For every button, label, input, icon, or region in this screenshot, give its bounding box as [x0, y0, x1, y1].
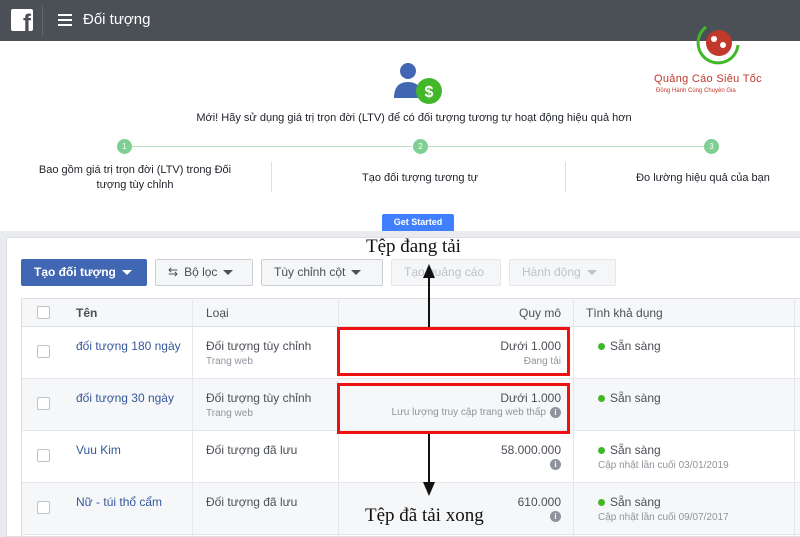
status-dot-icon [598, 395, 605, 403]
availability-status: Sẵn sàng [598, 339, 661, 353]
page-title: Đối tượng [83, 11, 151, 28]
step-2-label: Tạo đối tượng tương tự [361, 172, 478, 184]
step-1-label: Bao gồm giá trị trọn đời (LTV) trong Đối… [38, 164, 232, 191]
availability-status: Sẵn sàng [598, 495, 661, 509]
status-dot-icon [598, 499, 605, 507]
column-divider [192, 298, 193, 537]
get-started-button[interactable]: Get Started [382, 214, 454, 231]
person-dollar-icon: $ [394, 63, 442, 104]
step-connector [428, 146, 704, 147]
column-header-size[interactable]: Quy mô [519, 299, 561, 327]
column-divider [573, 298, 574, 537]
chevron-down-icon [351, 270, 362, 276]
watermark-logo: Quảng Cáo Siêu Tốc Đồng Hành Cùng Chuyên… [654, 25, 794, 103]
highlight-box-loading [337, 327, 570, 376]
customize-columns-button[interactable]: Tùy chỉnh cột [261, 259, 383, 286]
annotation-loading: Tệp đang tải [366, 236, 461, 257]
column-header-name[interactable]: Tên [76, 299, 97, 327]
audience-type: Đối tượng tùy chỉnh [206, 339, 312, 353]
arrow-line [428, 434, 430, 484]
facebook-logo-icon[interactable]: f [11, 9, 33, 31]
row-checkbox[interactable] [37, 345, 50, 358]
filter-button[interactable]: ⇆ Bộ lọc [155, 259, 253, 286]
chevron-down-icon [223, 270, 234, 276]
audience-size-info: i [546, 459, 561, 470]
row-checkbox[interactable] [37, 501, 50, 514]
row-checkbox[interactable] [37, 397, 50, 410]
audience-subtype: Trang web [206, 408, 253, 419]
step-1-marker: 1 [117, 139, 132, 154]
step-2-marker: 2 [413, 139, 428, 154]
info-icon[interactable]: i [550, 459, 561, 470]
table-row[interactable]: Vuu Kim Đối tượng đã lưu 58.000.000 i Sẵ… [22, 431, 800, 483]
audience-size: 610.000 [517, 495, 561, 509]
highlight-box-loaded [337, 383, 570, 434]
filter-icon: ⇆ [168, 265, 179, 280]
step-3-label: Đo lường hiệu quả của bạn [636, 172, 770, 184]
column-header-availability[interactable]: Tình khả dụng [586, 299, 663, 327]
audience-type: Đối tượng đã lưu [206, 443, 298, 457]
top-bar: f Đối tượng [0, 0, 800, 41]
svg-text:$: $ [425, 84, 434, 101]
step-connector [131, 146, 412, 147]
chevron-down-icon [586, 270, 597, 276]
actions-button[interactable]: Hành động [509, 259, 616, 286]
status-dot-icon [598, 447, 605, 455]
row-checkbox[interactable] [37, 449, 50, 462]
hamburger-icon[interactable] [58, 14, 72, 26]
column-divider [794, 298, 795, 537]
audience-name-link[interactable]: Vuu Kim [76, 443, 121, 457]
arrow-down-icon [423, 482, 435, 496]
last-updated: Cập nhật lần cuối 03/01/2019 [598, 460, 729, 471]
ltv-promo-banner: $ Quảng Cáo Siêu Tốc Đồng Hành Cùng Chuy… [0, 25, 800, 231]
last-updated: Cập nhật lần cuối 09/07/2017 [598, 512, 729, 523]
arrow-line [428, 276, 430, 327]
chevron-down-icon [121, 270, 132, 276]
audience-type: Đối tượng tùy chỉnh [206, 391, 312, 405]
divider [565, 162, 566, 192]
watermark-title: Quảng Cáo Siêu Tốc [654, 73, 762, 85]
audience-name-link[interactable]: đối tượng 30 ngày [76, 391, 174, 405]
availability-status: Sẵn sàng [598, 391, 661, 405]
audience-subtype: Trang web [206, 356, 253, 367]
select-all-checkbox[interactable] [37, 306, 50, 319]
create-ad-button[interactable]: Tạo quảng cáo [391, 259, 501, 286]
audience-size: 58.000.000 [500, 443, 561, 457]
availability-status: Sẵn sàng [598, 443, 661, 457]
divider [42, 6, 43, 36]
annotation-loaded: Tệp đã tải xong [365, 505, 484, 526]
audience-size-info: i [546, 511, 561, 522]
column-header-type[interactable]: Loại [206, 299, 229, 327]
step-3-marker: 3 [704, 139, 719, 154]
status-dot-icon [598, 343, 605, 351]
audience-name-link[interactable]: Nữ - túi thổ cẩm [76, 495, 162, 509]
watermark-subtitle: Đồng Hành Cùng Chuyên Gia [656, 88, 736, 94]
audience-type: Đối tượng đã lưu [206, 495, 298, 509]
promo-headline: Mới! Hãy sử dụng giá trị trọn đời (LTV) … [196, 112, 632, 124]
info-icon[interactable]: i [550, 511, 561, 522]
divider [271, 162, 272, 192]
table-header: Tên Loại Quy mô Tình khả dụng [22, 298, 800, 327]
audience-name-link[interactable]: đối tượng 180 ngày [76, 339, 181, 353]
create-audience-button[interactable]: Tạo đối tượng [21, 259, 147, 286]
